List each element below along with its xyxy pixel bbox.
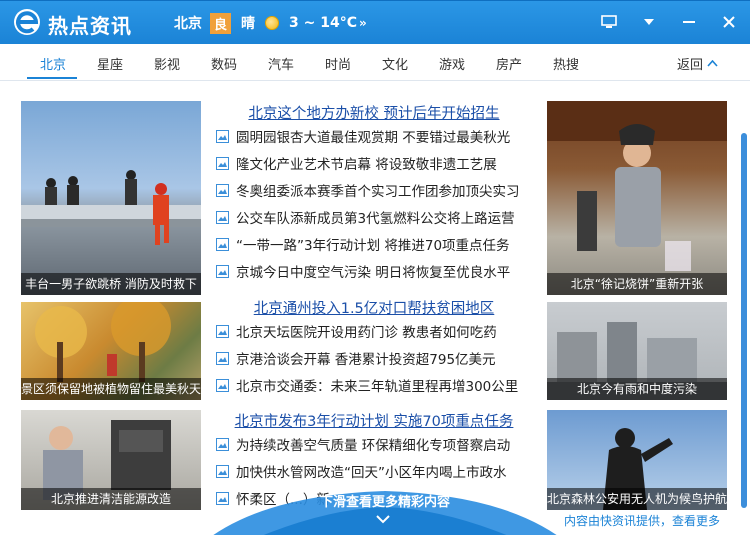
weather-temperature: 3 ~ 14°C [289,15,357,31]
tab-culture[interactable]: 文化 [382,54,408,73]
close-button[interactable] [718,11,740,33]
back-label: 返回 [676,58,703,73]
news-photo-drone-birds[interactable]: 北京森林公安用无人机为候鸟护航 [547,410,727,510]
news-photo-xu-shaobing[interactable]: 北京“徐记烧饼”重新开张 [547,101,727,295]
monitor-icon [601,15,617,28]
news-item-text: 为持续改善空气质量 环保精细化专项督察启动 [236,438,511,454]
photo-caption: 丰台一男子欲跳桥 消防及时救下 [21,273,201,295]
weather-condition: 晴 [241,16,256,32]
tab-games[interactable]: 游戏 [439,54,465,73]
image-news-icon [216,156,229,170]
sun-icon [265,16,280,30]
image-news-icon [216,237,229,251]
title-bar: 热点资讯 北京 良 晴 3 ~ 14°C » [0,0,750,44]
source-more-link[interactable]: 内容由快资讯提供，查看更多 [564,512,720,529]
weather-city: 北京 [174,16,202,32]
scrollbar-thumb[interactable] [741,133,747,508]
image-news-icon [216,324,229,338]
headline-link[interactable]: 北京这个地方办新校 预计后年开始招生 [206,102,542,123]
close-icon [723,16,735,28]
news-item-text: 冬奥组委派本赛季首个实习工作团参加顶尖实习 [236,184,520,200]
photo-caption: 北京森林公安用无人机为候鸟护航 [547,488,727,510]
image-news-icon [216,437,229,451]
photo-caption: 北京“徐记烧饼”重新开张 [547,273,727,295]
chevron-down-icon [644,19,654,25]
news-item-text: 隆文化产业艺术节启幕 将设致敬非遗工艺展 [236,157,497,173]
tab-movies[interactable]: 影视 [154,54,180,73]
news-item-text: 京港洽谈会开幕 香港累计投资超795亿美元 [236,352,496,368]
news-item[interactable]: 加快供水管网改造“回天”小区年内喝上市政水 [216,460,536,482]
image-news-icon [216,129,229,143]
news-item-text: 北京市交通委：未来三年轨道里程再增300公里 [236,379,519,395]
chevron-down-icon[interactable] [376,514,390,524]
news-item[interactable]: 冬奥组委派本赛季首个实习工作团参加顶尖实习 [216,179,536,201]
news-item-text: “一带一路”3年行动计划 将推进70项重点任务 [236,238,510,254]
ie-logo-icon [14,9,40,35]
minimize-button[interactable] [678,11,700,33]
headline-link[interactable]: 北京市发布3年行动计划 实施70项重点任务 [206,410,542,431]
image-news-icon [216,264,229,278]
news-item[interactable]: “一带一路”3年行动计划 将推进70项重点任务 [216,233,536,255]
news-item[interactable]: 北京天坛医院开设用药门诊 教患者如何吃药 [216,320,536,342]
air-quality-badge: 良 [210,12,232,34]
image-news-icon [216,351,229,365]
app-title: 热点资讯 [48,14,132,38]
tab-beijing[interactable]: 北京 [40,54,66,73]
news-item[interactable]: 公交车队添新成员第3代氢燃料公交将上路运营 [216,206,536,228]
news-photo-rain-pollution[interactable]: 北京今有雨和中度污染 [547,302,727,400]
scroll-more-prompt[interactable]: 下滑查看更多精彩内容 [305,491,465,510]
menu-dropdown-button[interactable] [638,11,660,33]
news-item-text: 公交车队添新成员第3代氢燃料公交将上路运营 [236,211,515,227]
tab-digital[interactable]: 数码 [211,54,237,73]
tab-horoscope[interactable]: 星座 [97,54,123,73]
news-photo-clean-energy[interactable]: 北京推进清洁能源改造 [21,410,201,510]
photo-caption: 北京推进清洁能源改造 [21,488,201,510]
news-item[interactable]: 京港洽谈会开幕 香港累计投资超795亿美元 [216,347,536,369]
photo-caption: 北京今有雨和中度污染 [547,378,727,400]
image-news-icon [216,464,229,478]
image-news-icon [216,378,229,392]
news-item[interactable]: 圆明园银杏大道最佳观赏期 不要错过最美秋光 [216,125,536,147]
monitor-button[interactable] [598,11,620,33]
news-item[interactable]: 隆文化产业艺术节启幕 将设致敬非遗工艺展 [216,152,536,174]
news-item[interactable]: 为持续改善空气质量 环保精细化专项督察启动 [216,433,536,455]
news-item[interactable]: 京城今日中度空气污染 明日将恢复至优良水平 [216,260,536,282]
news-photo-bridge-rescue[interactable]: 丰台一男子欲跳桥 消防及时救下 [21,101,201,295]
tab-auto[interactable]: 汽车 [268,54,294,73]
chevron-up-icon [707,60,718,67]
tab-trending[interactable]: 热搜 [553,54,579,73]
tab-fashion[interactable]: 时尚 [325,54,351,73]
category-nav: 北京 星座 影视 数码 汽车 时尚 文化 游戏 房产 热搜 [0,44,750,81]
bridge-rescue-scene [21,170,201,245]
active-tab-indicator [27,77,77,79]
weather-more-icon[interactable]: » [359,16,367,30]
xu-shaobing-scene [547,101,727,271]
image-news-icon [216,210,229,224]
news-item[interactable]: 北京市交通委：未来三年轨道里程再增300公里 [216,374,536,396]
photo-caption: 景区须保留地被植物留住最美秋天 [21,378,201,400]
news-item-text: 圆明园银杏大道最佳观赏期 不要错过最美秋光 [236,130,511,146]
news-item-text: 加快供水管网改造“回天”小区年内喝上市政水 [236,465,507,481]
minimize-icon [683,21,695,23]
headline-link[interactable]: 北京通州投入1.5亿对口帮扶贫困地区 [206,297,542,318]
news-photo-autumn-trees[interactable]: 景区须保留地被植物留住最美秋天 [21,302,201,400]
image-news-icon [216,183,229,197]
weather-widget[interactable]: 北京 良 晴 3 ~ 14°C » [174,12,367,34]
news-item-text: 京城今日中度空气污染 明日将恢复至优良水平 [236,265,511,281]
back-button[interactable]: 返回 [677,54,718,73]
tab-realestate[interactable]: 房产 [496,54,522,73]
news-item-text: 北京天坛医院开设用药门诊 教患者如何吃药 [236,325,497,341]
